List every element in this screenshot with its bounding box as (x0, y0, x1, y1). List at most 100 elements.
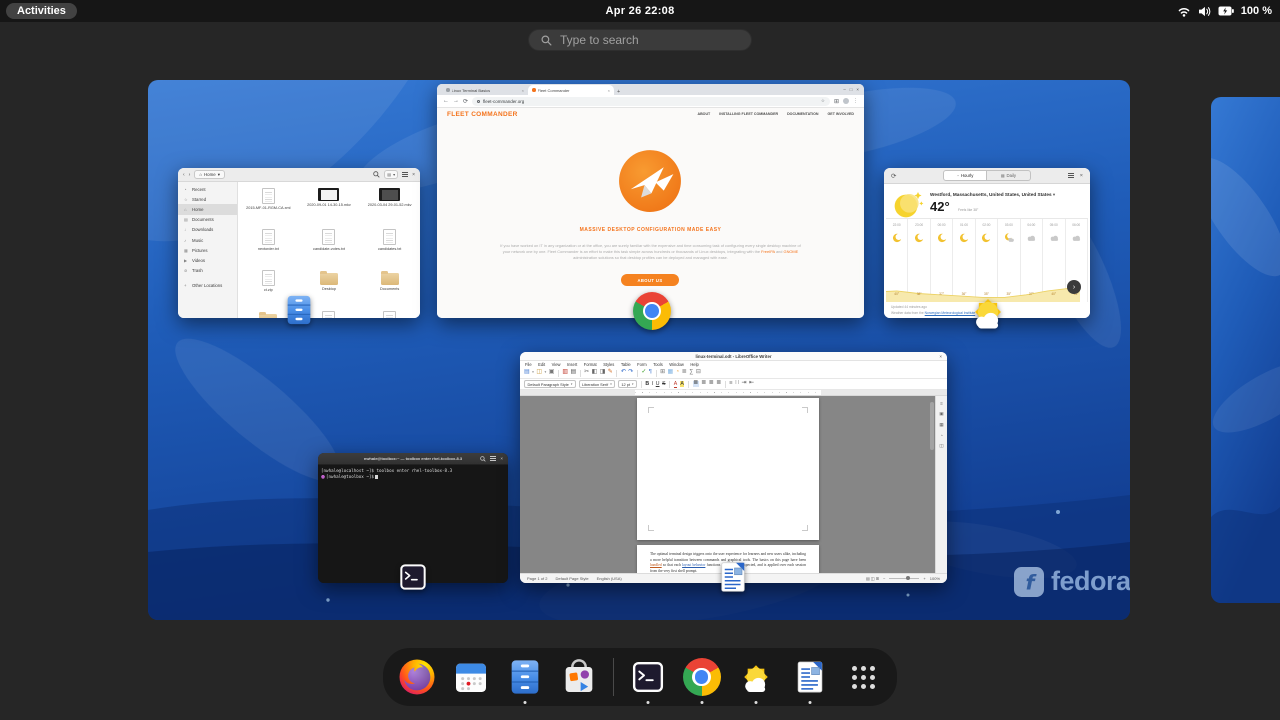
sidebar-item-home[interactable]: ⌂Home (178, 204, 237, 214)
text-language[interactable]: English (USA) (597, 576, 622, 581)
toolbar-icon[interactable]: ⊞ (660, 370, 665, 376)
close-icon[interactable]: × (939, 352, 942, 361)
sidebar-item-trash[interactable]: ⊘Trash (178, 266, 237, 276)
clock[interactable]: Apr 26 22:08 (0, 0, 1280, 22)
menu-view[interactable]: View (552, 362, 561, 367)
dock-terminal[interactable] (628, 657, 668, 697)
menu-icon[interactable] (402, 172, 408, 177)
sidebar-item-documents[interactable]: ▤Documents (178, 215, 237, 225)
italic-button[interactable]: I (652, 381, 653, 387)
path-button[interactable]: ⌂ Home ▾ (194, 170, 225, 179)
page-count[interactable]: Page 1 of 2 (527, 576, 547, 581)
toolbar-icon[interactable]: ∑ (689, 370, 693, 376)
site-info-icon[interactable] (477, 100, 480, 103)
sidebar-item-downloads[interactable]: ↓Downloads (178, 225, 237, 235)
workspace-preview[interactable]: f fedora ‹ › ⌂ Home ▾ ▤ (148, 80, 1130, 620)
dock-libreoffice-writer[interactable] (790, 657, 830, 697)
tab-close-icon[interactable]: × (522, 88, 524, 93)
search-icon[interactable] (480, 456, 486, 462)
text-link[interactable]: GNOME (784, 249, 799, 254)
site-logo-text[interactable]: FLEET COMMANDER (447, 111, 518, 118)
close-icon[interactable]: × (1080, 173, 1083, 179)
forward-icon[interactable]: → (453, 98, 459, 104)
search-icon[interactable] (373, 171, 380, 178)
dock-files[interactable] (505, 657, 545, 697)
dock-software[interactable] (559, 657, 599, 697)
view-layout-icons[interactable]: ▤ ◫ ⊞ (866, 576, 879, 581)
file-item[interactable]: nextorder.txt (238, 227, 299, 268)
sidebar-item-videos[interactable]: ▶Videos (178, 255, 237, 265)
font-name-combo[interactable]: Liberation Serif▾ (579, 380, 616, 388)
tab-hourly[interactable]: ◔Hourly (943, 170, 987, 181)
weather-app-badge[interactable] (966, 290, 1010, 334)
files-app-badge[interactable] (282, 293, 316, 327)
document-area[interactable]: The optimal terminal design triggers ont… (520, 396, 947, 573)
dock-chrome[interactable] (682, 657, 722, 697)
navigator-icon[interactable]: ◔ (940, 433, 943, 438)
toolbar-icon[interactable]: ◧ (592, 370, 597, 376)
text-link[interactable]: layout behavior (682, 563, 705, 567)
menu-insert[interactable]: Insert (567, 362, 577, 367)
menu-tools[interactable]: Tools (653, 362, 663, 367)
chrome-app-badge[interactable] (633, 292, 671, 330)
strikethrough-button[interactable]: S (662, 381, 665, 387)
nav-link[interactable]: ABOUT (697, 112, 710, 116)
file-item[interactable]: 2020-09-01 14-30-15.mkv (299, 186, 360, 227)
sidebar-item-recent[interactable]: ◔Recent (178, 184, 237, 194)
nav-link[interactable]: GET INVOLVED (828, 112, 855, 116)
justify-button[interactable]: ≣ (716, 381, 721, 387)
toolbar-icon[interactable]: ▾ (544, 371, 546, 374)
font-size-combo[interactable]: 12 pt▾ (618, 380, 637, 388)
view-toggle-button[interactable]: ▤ ▾ (384, 170, 398, 179)
minimize-icon[interactable]: – (843, 87, 845, 92)
styles-icon[interactable]: ▣ (939, 411, 943, 417)
file-item[interactable]: candidate-votes.txt (299, 227, 360, 268)
zoom-in-icon[interactable]: + (923, 576, 925, 581)
file-item[interactable]: Documents (359, 268, 420, 309)
search-bar[interactable]: Type to search (528, 29, 752, 51)
page-style[interactable]: Default Page Style (555, 576, 588, 581)
menu-styles[interactable]: Styles (603, 362, 614, 367)
increase-indent-button[interactable]: ⇥ (742, 381, 747, 387)
toolbar-icon[interactable]: ✎ (608, 370, 613, 376)
sidebar-item-pictures[interactable]: ▦Pictures (178, 245, 237, 255)
menu-window[interactable]: Window (669, 362, 684, 367)
forward-button[interactable]: › (189, 172, 191, 178)
document-page-1[interactable] (637, 398, 819, 540)
sidebar-item-starred[interactable]: ☆Starred (178, 194, 237, 204)
font-color-button[interactable]: A (674, 381, 677, 388)
menu-edit[interactable]: Edit (538, 362, 545, 367)
menu-file[interactable]: File (525, 362, 532, 367)
dock-weather[interactable] (736, 657, 776, 697)
address-bar[interactable]: fleet-commander.org ☆ (472, 97, 830, 106)
workspace-next-preview[interactable] (1211, 97, 1280, 603)
properties-icon[interactable]: ≡ (940, 401, 943, 406)
tab-daily[interactable]: ▦Daily (987, 170, 1031, 181)
line-spacing-button[interactable]: ≡ (729, 381, 732, 387)
underline-button[interactable]: U (656, 381, 660, 387)
file-item[interactable]: 2015-MF-01-RGM-CA.xml (238, 186, 299, 227)
toolbar-icon[interactable]: ▣ (549, 370, 554, 376)
file-item[interactable]: 2020-03-04 29-01-52.mkv (359, 186, 420, 227)
page-icon[interactable]: ◫ (939, 443, 943, 449)
nav-link[interactable]: INSTALLING FLEET COMMANDER (719, 112, 778, 116)
browser-tab-inactive[interactable]: Linux Terminal Basics × (442, 85, 528, 95)
nav-link[interactable]: DOCUMENTATION (787, 112, 818, 116)
refresh-icon[interactable]: ⟳ (891, 172, 896, 180)
file-item[interactable]: candidates.txt (359, 227, 420, 268)
back-icon[interactable]: ← (443, 98, 449, 104)
menu-help[interactable]: Help (690, 362, 698, 367)
sidebar-item-other-locations[interactable]: +Other Locations (178, 281, 237, 291)
system-tray[interactable]: 100 % (1177, 0, 1272, 22)
menu-kebab-icon[interactable]: ⋮ (853, 98, 858, 104)
close-icon[interactable]: × (412, 172, 415, 178)
toolbar-icon[interactable]: ▦ (668, 370, 673, 376)
toolbar-icon[interactable]: ¶ (649, 370, 652, 376)
align-right-button[interactable]: ≣ (709, 381, 714, 387)
back-button[interactable]: ‹ (183, 172, 185, 178)
menu-format[interactable]: Format (584, 362, 597, 367)
dock-show-applications[interactable] (844, 657, 884, 697)
window-libreoffice-writer[interactable]: linux-terminal.odt - LibreOffice Writer … (520, 352, 947, 583)
toolbar-icon[interactable]: ▤ (524, 370, 529, 376)
highlight-color-button[interactable]: A (680, 381, 685, 387)
